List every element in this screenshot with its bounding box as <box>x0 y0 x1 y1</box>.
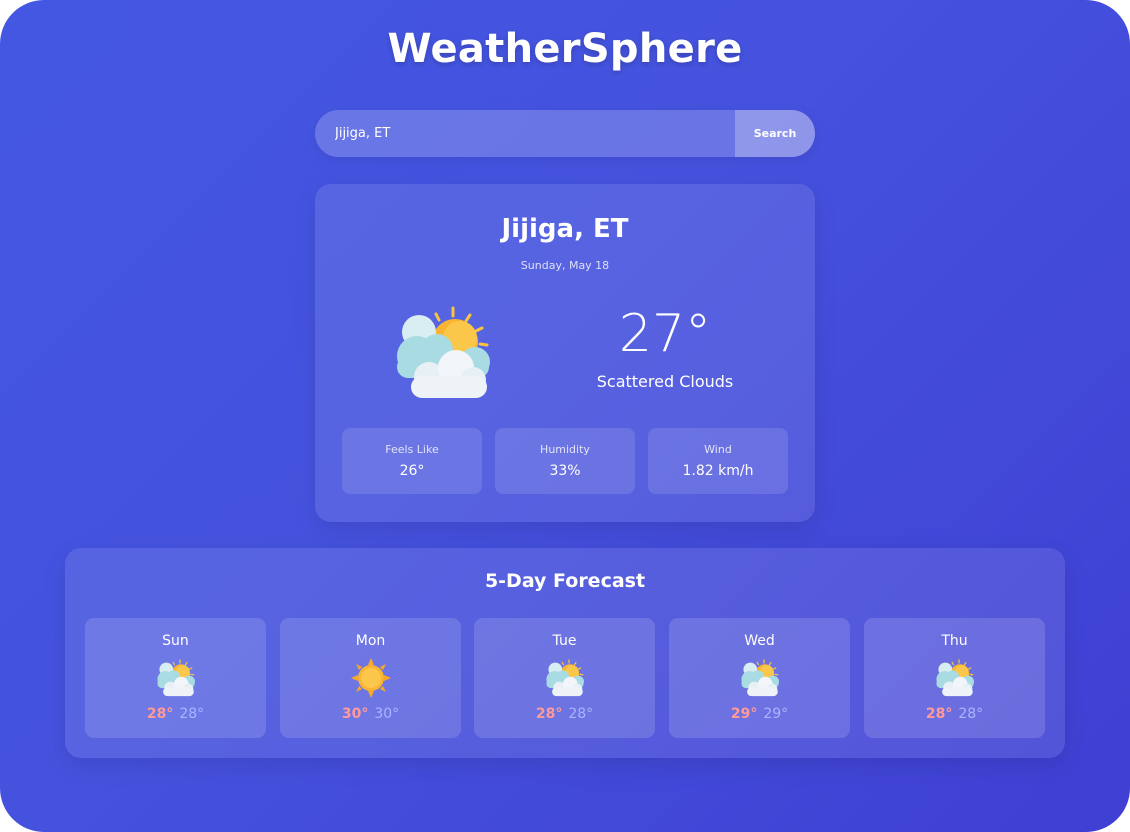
forecast-day: Wed 29° 29° <box>669 618 850 738</box>
forecast-low: 28° <box>179 706 205 722</box>
forecast-title: 5-Day Forecast <box>484 570 646 592</box>
forecast-day-name: Tue <box>552 633 577 649</box>
stat-wind: Wind 1.82 km/h <box>648 428 788 494</box>
forecast-day-name: Thu <box>941 633 968 649</box>
forecast-high: 28° <box>535 706 563 722</box>
search-input[interactable] <box>315 110 735 157</box>
current-date: Sunday, May 18 <box>520 259 610 272</box>
forecast-high: 28° <box>925 706 953 722</box>
forecast-day-name: Wed <box>744 633 775 649</box>
search-bar: Search <box>315 110 815 157</box>
search-button[interactable]: Search <box>735 110 815 157</box>
stat-feels-like: Feels Like 26° <box>342 428 482 494</box>
stat-label: Feels Like <box>385 443 439 456</box>
weather-condition: Scattered Clouds <box>596 372 734 391</box>
stat-value: 1.82 km/h <box>682 463 754 479</box>
stat-value: 26° <box>399 463 425 479</box>
forecast-low: 28° <box>568 706 594 722</box>
stat-humidity: Humidity 33% <box>495 428 635 494</box>
forecast-low: 29° <box>763 706 789 722</box>
forecast-day: Thu 28° 28° <box>864 618 1045 738</box>
stat-label: Wind <box>704 443 732 456</box>
forecast-day-name: Mon <box>355 633 386 649</box>
current-temperature: 27° <box>618 304 712 364</box>
forecast-temps: 30° 30° <box>280 706 461 722</box>
forecast-day-name: Sun <box>162 633 189 649</box>
app-window: WeatherSphere Search Jijiga, ET Sunday, … <box>0 0 1130 832</box>
partly-cloudy-icon <box>739 658 781 698</box>
partly-cloudy-icon <box>934 658 976 698</box>
sun-icon <box>350 658 392 698</box>
forecast-day: Sun 28° 28° <box>85 618 266 738</box>
stat-value: 33% <box>549 463 581 479</box>
partly-cloudy-icon <box>391 306 495 400</box>
forecast-high: 28° <box>146 706 174 722</box>
forecast-high: 29° <box>730 706 758 722</box>
forecast-low: 30° <box>374 706 400 722</box>
forecast-day: Mon 30° 30° <box>280 618 461 738</box>
forecast-temps: 29° 29° <box>669 706 850 722</box>
app-title: WeatherSphere <box>387 26 743 72</box>
forecast-panel: 5-Day Forecast Sun 28° 28° Mon 30° 30° Tue… <box>65 548 1065 758</box>
stat-label: Humidity <box>540 443 590 456</box>
forecast-low: 28° <box>958 706 984 722</box>
forecast-high: 30° <box>341 706 369 722</box>
current-weather-card: Jijiga, ET Sunday, May 18 27° Scattered … <box>315 184 815 522</box>
forecast-temps: 28° 28° <box>85 706 266 722</box>
partly-cloudy-icon <box>544 658 586 698</box>
forecast-day: Tue 28° 28° <box>474 618 655 738</box>
forecast-temps: 28° 28° <box>864 706 1045 722</box>
partly-cloudy-icon <box>155 658 197 698</box>
city-name: Jijiga, ET <box>501 214 629 244</box>
forecast-temps: 28° 28° <box>474 706 655 722</box>
